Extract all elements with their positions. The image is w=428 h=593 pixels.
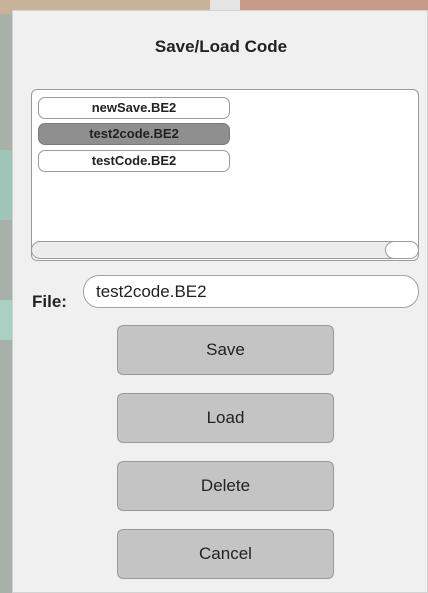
file-list-item[interactable]: newSave.BE2 [38,97,230,119]
cancel-button[interactable]: Cancel [117,529,334,579]
load-button[interactable]: Load [117,393,334,443]
filename-input[interactable] [83,275,419,308]
file-label: File: [32,292,67,311]
file-list[interactable]: newSave.BE2 test2code.BE2 testCode.BE2 [31,89,419,261]
file-list-item[interactable]: testCode.BE2 [38,150,230,172]
save-button[interactable]: Save [117,325,334,375]
delete-button[interactable]: Delete [117,461,334,511]
save-load-dialog: Save/Load Code newSave.BE2 test2code.BE2… [12,10,428,593]
scrollbar-thumb[interactable] [385,241,419,259]
file-list-item-selected[interactable]: test2code.BE2 [38,123,230,145]
dialog-title: Save/Load Code [154,37,288,56]
horizontal-scrollbar[interactable] [31,241,411,259]
